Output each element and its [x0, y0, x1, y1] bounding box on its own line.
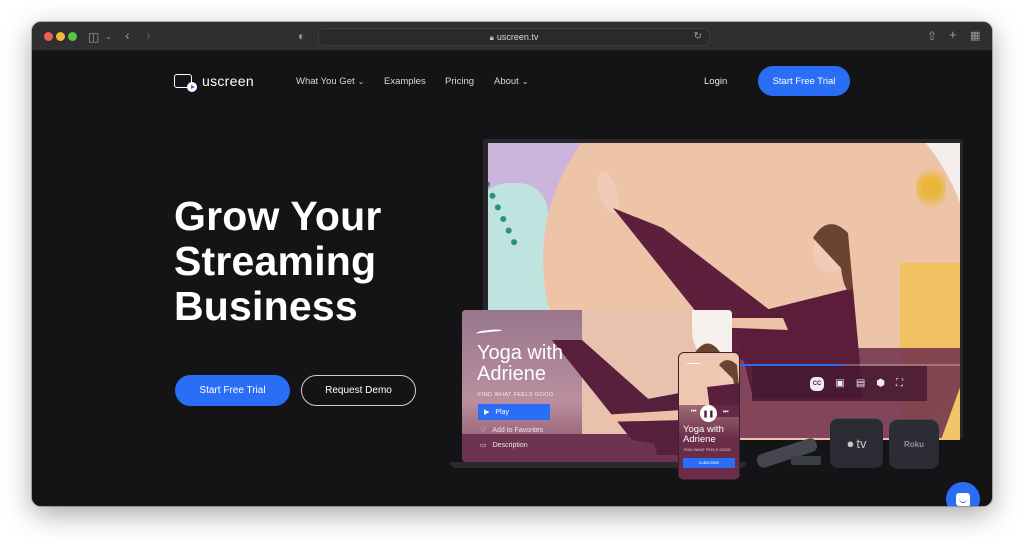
- header-start-free-trial-button[interactable]: Start Free Trial: [758, 66, 850, 96]
- back-icon[interactable]: ‹: [125, 28, 130, 42]
- laptop-show-subtitle: FIND WHAT FEELS GOOD: [478, 392, 554, 398]
- close-window-button[interactable]: [44, 32, 53, 41]
- chevron-down-icon: ⌄: [521, 77, 529, 86]
- sidebar-icon[interactable]: ◫: [88, 31, 99, 43]
- login-link[interactable]: Login: [704, 76, 727, 87]
- phone-app-preview: ⏮ ❚❚ ⏭ Yoga with Adriene FIND WHAT FEELS…: [678, 352, 740, 480]
- browser-toolbar: ◫ ⌄ ‹ › ◐ 🔒︎ uscreen.tv ↻ ⇧ + ▦: [32, 22, 992, 51]
- picture-in-picture-icon[interactable]: ▣: [835, 378, 844, 389]
- heart-icon: ♡: [480, 427, 487, 434]
- next-icon[interactable]: ⏭: [723, 409, 728, 416]
- phone-show-subtitle: FIND WHAT FEELS GOOD: [684, 448, 731, 452]
- hero-title: Grow Your Streaming Business: [174, 194, 382, 329]
- nav-what-you-get[interactable]: What You Get ⌄: [296, 76, 364, 87]
- book-icon: ▭: [480, 442, 487, 449]
- brand-signature-icon: [686, 363, 702, 367]
- zoom-window-button[interactable]: [68, 32, 77, 41]
- page-content: uscreen What You Get ⌄ Examples Pricing …: [32, 52, 992, 506]
- fullscreen-icon[interactable]: ⛶: [896, 378, 903, 389]
- minimize-window-button[interactable]: [56, 32, 65, 41]
- nav-label: About: [494, 76, 519, 87]
- tab-overview-icon[interactable]: ▦: [970, 30, 980, 42]
- shield-icon[interactable]: ◐: [298, 30, 305, 42]
- nav-about[interactable]: About ⌄: [494, 76, 529, 87]
- subscribe-button[interactable]: SUBSCRIBE: [683, 458, 735, 468]
- description-link[interactable]: ▭ Description: [480, 441, 528, 450]
- nav-pricing[interactable]: Pricing: [445, 76, 474, 87]
- play-label: Play: [495, 408, 510, 416]
- description-label: Description: [492, 441, 528, 449]
- hero-title-line: Grow Your: [174, 193, 382, 239]
- url-text: uscreen.tv: [496, 32, 539, 42]
- play-icon: ▶: [484, 409, 490, 416]
- closed-captions-icon[interactable]: CC: [809, 376, 825, 391]
- start-free-trial-button[interactable]: Start Free Trial: [175, 375, 290, 406]
- uscreen-logo[interactable]: uscreen: [174, 73, 254, 92]
- cast-icon[interactable]: ▤: [856, 378, 865, 389]
- phone-show-title: Yoga with Adriene: [683, 424, 724, 445]
- share-icon[interactable]: ⇧: [927, 30, 937, 42]
- add-to-favorites-link[interactable]: ♡ Add to Favorites: [480, 426, 544, 435]
- chevron-down-icon[interactable]: ⌄: [105, 31, 112, 43]
- chat-icon: [956, 492, 970, 506]
- logo-text: uscreen: [202, 73, 254, 89]
- laptop-show-title: Yoga with Adriene: [477, 342, 563, 385]
- nav-examples[interactable]: Examples: [384, 76, 426, 87]
- request-demo-button[interactable]: Request Demo: [301, 375, 416, 406]
- favorites-label: Add to Favorites: [492, 426, 544, 434]
- lock-icon: 🔒︎: [489, 33, 494, 42]
- browser-window: ◫ ⌄ ‹ › ◐ 🔒︎ uscreen.tv ↻ ⇧ + ▦ uscreen W…: [32, 22, 992, 506]
- apple-logo-icon: ●: [846, 435, 855, 451]
- address-bar[interactable]: 🔒︎ uscreen.tv ↻: [318, 28, 710, 46]
- apple-tv-device: ● tv: [830, 418, 883, 468]
- chat-launcher-button[interactable]: [946, 482, 980, 506]
- nav-label: Pricing: [445, 76, 475, 87]
- pause-button[interactable]: ❚❚: [700, 405, 717, 422]
- hero-title-line: Streaming: [174, 238, 377, 284]
- appletv-label: tv: [856, 435, 867, 451]
- roku-device: Roku: [889, 419, 939, 469]
- nav-label: Examples: [384, 76, 426, 87]
- settings-icon[interactable]: ⬢: [876, 378, 885, 389]
- new-tab-icon[interactable]: +: [949, 28, 957, 41]
- video-player-controls: CC ▣ ▤ ⬢ ⛶: [752, 366, 927, 401]
- fire-tv-stick: [791, 456, 821, 465]
- hero-title-line: Business: [174, 283, 358, 329]
- roku-label: Roku: [904, 439, 924, 449]
- chevron-down-icon: ⌄: [357, 77, 365, 86]
- logo-icon: [174, 74, 197, 92]
- nav-label: What You Get: [296, 76, 355, 87]
- forward-icon[interactable]: ›: [146, 28, 151, 42]
- previous-icon[interactable]: ⏮: [691, 409, 696, 416]
- reload-icon[interactable]: ↻: [694, 31, 702, 42]
- play-button[interactable]: ▶ Play: [478, 404, 550, 420]
